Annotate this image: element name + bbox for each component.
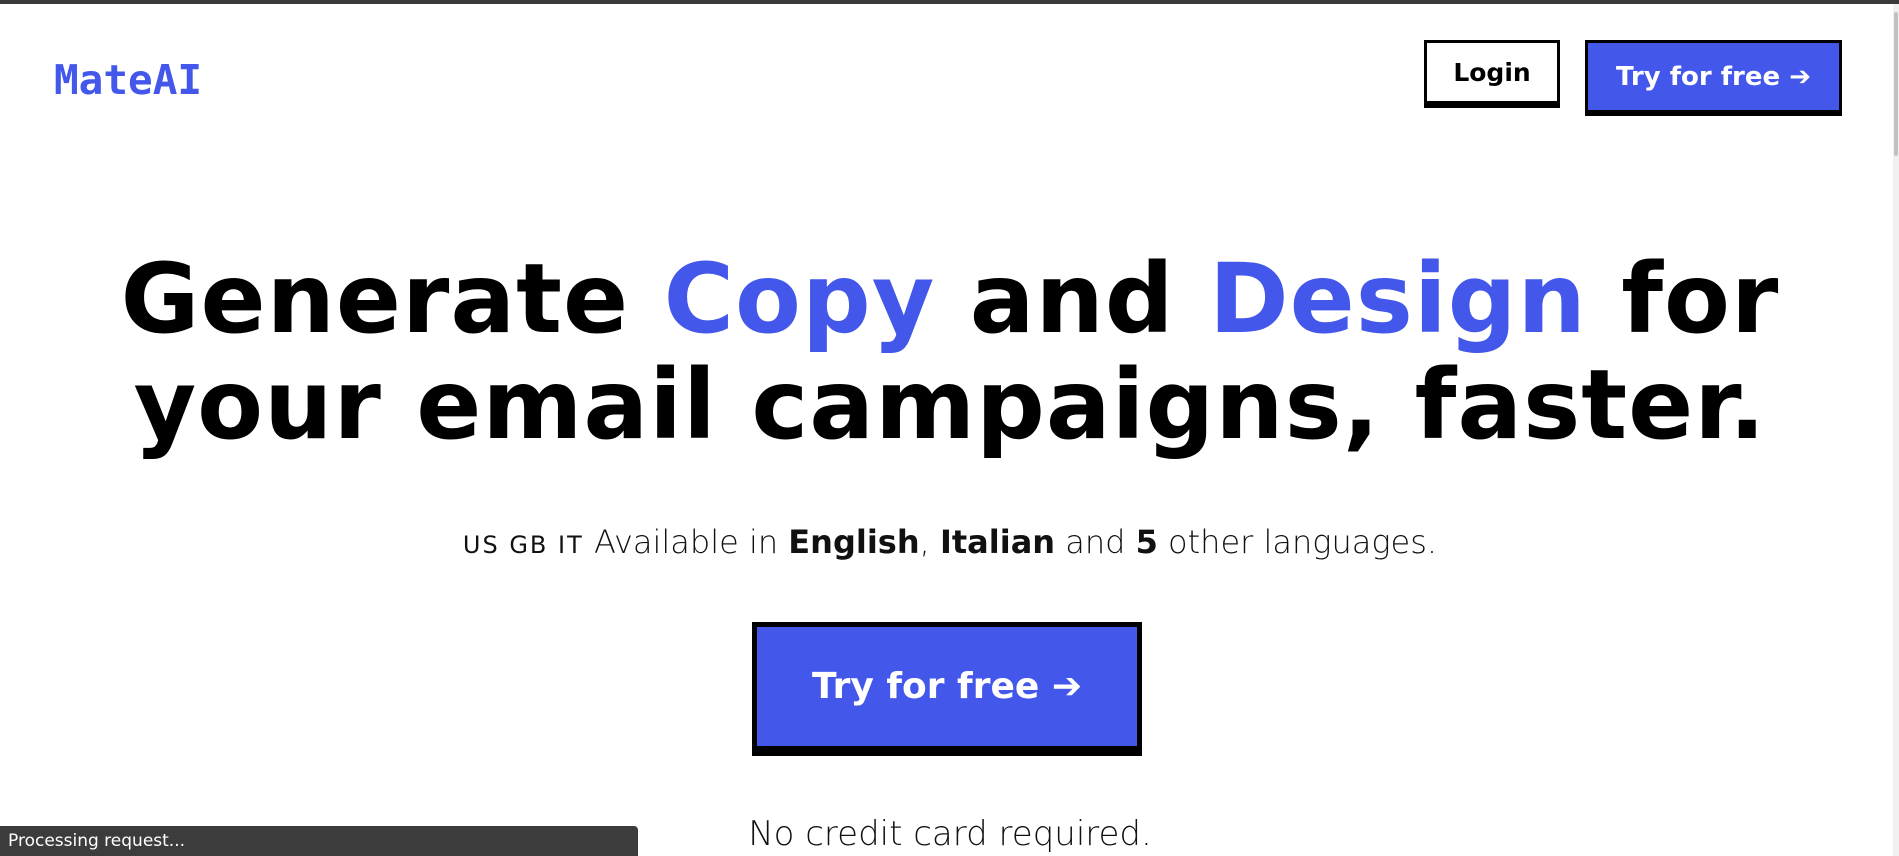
brand-logo[interactable]: MateAI	[54, 54, 202, 106]
headline-line-2: your email campaigns, faster.	[133, 349, 1767, 461]
scrollbar-thumb[interactable]	[1894, 12, 1898, 156]
hero-try-free-button[interactable]: Try for free ➔	[752, 622, 1142, 756]
languages-suffix: other languages.	[1157, 523, 1438, 561]
language-english: English	[788, 523, 920, 561]
login-button[interactable]: Login	[1424, 40, 1560, 108]
languages-count: 5	[1135, 523, 1158, 561]
languages-sep-1: ,	[919, 523, 940, 561]
headline-text-2: and	[935, 243, 1209, 355]
headline-text-1: Generate	[120, 243, 664, 355]
language-italian: Italian	[939, 523, 1056, 561]
headline-text-3: for	[1586, 243, 1780, 355]
status-bar: Processing request...	[0, 826, 638, 856]
languages-sep-2: and	[1055, 523, 1136, 561]
headline-accent-copy: Copy	[663, 243, 936, 355]
nav-try-free-button[interactable]: Try for free ➔	[1585, 40, 1842, 116]
window-top-border	[0, 0, 1899, 4]
headline-accent-design: Design	[1208, 243, 1587, 355]
languages-prefix: Available in	[583, 523, 789, 561]
languages-line: US GB IT Available in English, Italian a…	[200, 520, 1700, 567]
hero-headline: Generate Copy and Design for your email c…	[100, 246, 1800, 458]
scrollbar[interactable]	[1893, 4, 1899, 856]
country-flags: US GB IT	[462, 531, 584, 559]
